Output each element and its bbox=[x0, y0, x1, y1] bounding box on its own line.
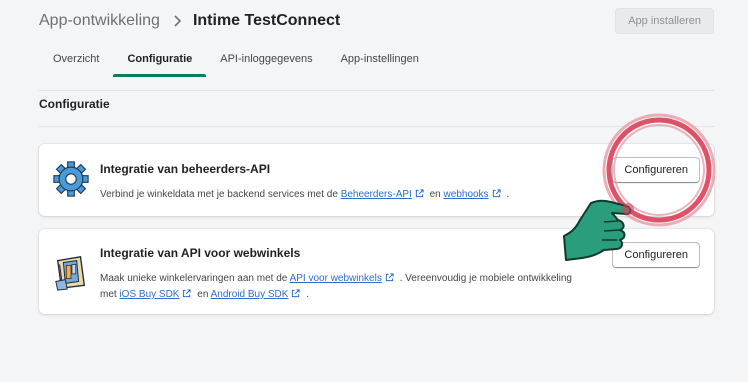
storefront-icon bbox=[52, 253, 90, 291]
section-divider bbox=[39, 126, 714, 127]
install-app-button[interactable]: App installeren bbox=[615, 8, 714, 34]
description-text: . bbox=[506, 189, 510, 200]
external-link-icon bbox=[385, 273, 394, 282]
tab-app-settings[interactable]: App-instellingen bbox=[327, 44, 433, 74]
admin-api-link[interactable]: Beheerders-API bbox=[341, 189, 412, 200]
configure-admin-api-button[interactable]: Configureren bbox=[612, 157, 700, 183]
tab-bar: Overzicht Configuratie API-inloggegevens… bbox=[39, 44, 714, 90]
tab-configuration[interactable]: Configuratie bbox=[113, 44, 207, 77]
card-description: Verbind je winkeldata met je backend ser… bbox=[100, 187, 584, 203]
description-text: Maak unieke winkelervaringen aan met de bbox=[100, 273, 288, 284]
webhooks-link[interactable]: webhooks bbox=[444, 189, 489, 200]
storefront-api-card: Integratie van API voor webwinkels Maak … bbox=[39, 229, 714, 314]
page-title: Intime TestConnect bbox=[192, 12, 341, 29]
configure-storefront-api-button[interactable]: Configureren bbox=[612, 242, 700, 268]
section-title: Configuratie bbox=[39, 97, 110, 111]
android-buy-sdk-link[interactable]: Android Buy SDK bbox=[211, 289, 289, 300]
external-link-icon bbox=[292, 289, 301, 298]
app-configuration-page: App-ontwikkeling Intime TestConnect App … bbox=[0, 0, 748, 382]
external-link-icon bbox=[183, 289, 192, 298]
tab-api-credentials[interactable]: API-inloggegevens bbox=[206, 44, 326, 74]
gear-icon bbox=[52, 160, 90, 198]
card-title: Integratie van beheerders-API bbox=[100, 162, 271, 176]
description-text: en bbox=[197, 289, 209, 300]
storefront-api-link[interactable]: API voor webwinkels bbox=[290, 273, 382, 284]
description-text: . bbox=[306, 289, 310, 300]
tab-overview[interactable]: Overzicht bbox=[39, 44, 113, 74]
external-link-icon bbox=[492, 189, 501, 198]
tabs-divider bbox=[39, 90, 714, 91]
chevron-right-icon bbox=[174, 15, 182, 27]
external-link-icon bbox=[415, 189, 424, 198]
breadcrumb-parent[interactable]: App-ontwikkeling bbox=[39, 12, 160, 30]
card-description: Maak unieke winkelervaringen aan met de … bbox=[100, 271, 584, 303]
description-text: en bbox=[429, 189, 441, 200]
description-text: Verbind je winkeldata met je backend ser… bbox=[100, 189, 338, 200]
admin-api-card: Integratie van beheerders-API Verbind je… bbox=[39, 144, 714, 216]
ios-buy-sdk-link[interactable]: iOS Buy SDK bbox=[119, 289, 179, 300]
page-header: App-ontwikkeling Intime TestConnect App … bbox=[39, 8, 714, 34]
card-title: Integratie van API voor webwinkels bbox=[100, 246, 301, 260]
